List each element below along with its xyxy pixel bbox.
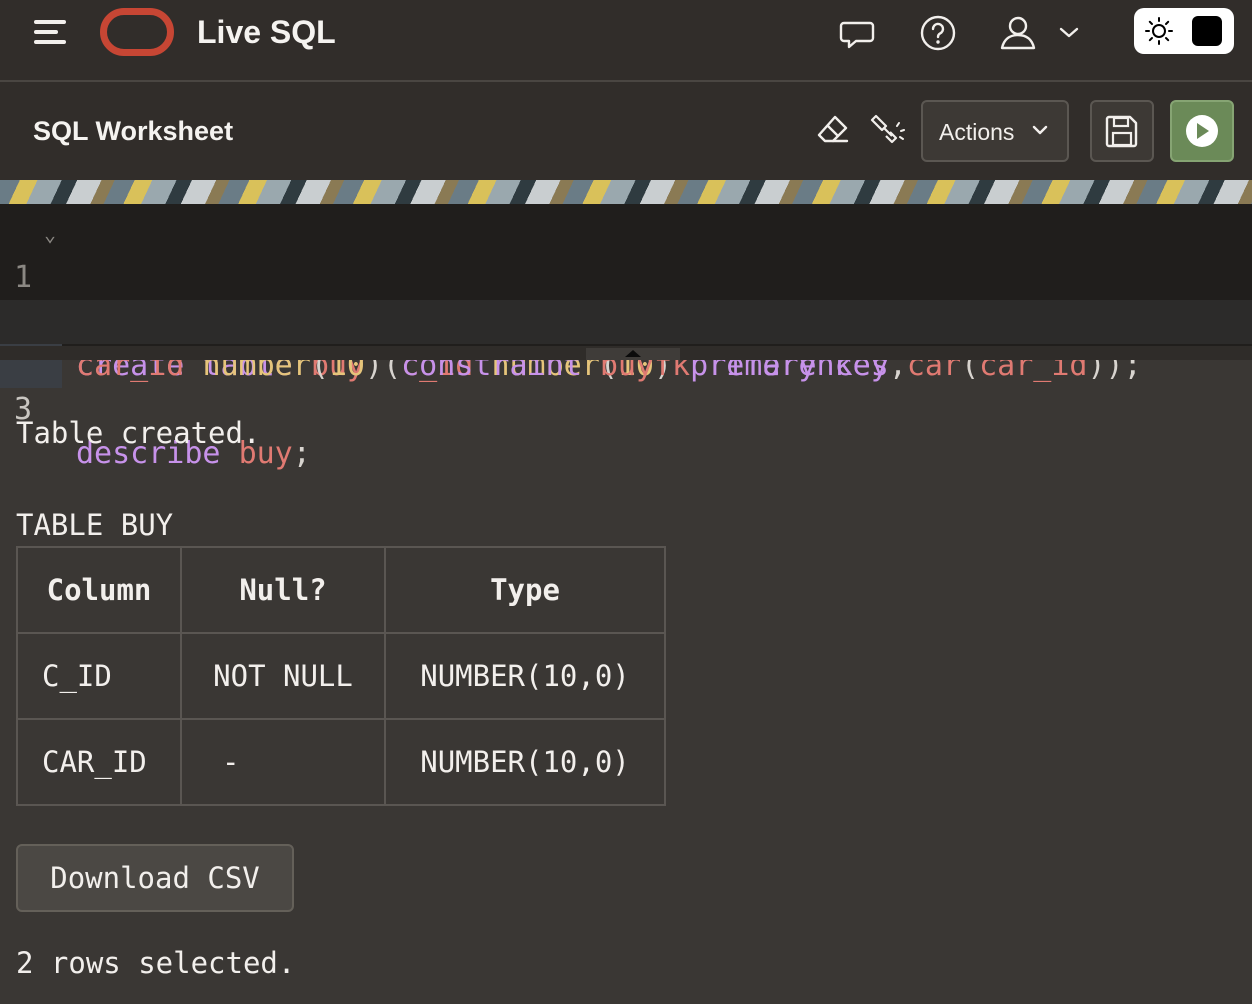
decorative-banner (0, 180, 1252, 204)
sql-editor[interactable]: 1 ⌄ create table buy (c_id number(10) pr… (0, 204, 1252, 471)
column-header: Type (384, 546, 666, 634)
column-header: Column (16, 546, 182, 634)
dark-mode-swatch (1192, 16, 1222, 46)
table-cell: C_ID (16, 632, 182, 720)
table-header-row: Column Null? Type (16, 546, 666, 634)
script-output: Table created. TABLE BUY Column Null? Ty… (0, 360, 1252, 1004)
chevron-down-icon (1032, 125, 1048, 135)
status-message: Table created. (16, 416, 261, 450)
user-icon[interactable] (998, 14, 1036, 52)
code-line[interactable]: 1 ⌄ create table buy (c_id number(10) pr… (0, 212, 1252, 383)
sun-icon (1145, 17, 1173, 45)
table-cell: NUMBER(10,0) (384, 632, 666, 720)
column-header: Null? (180, 546, 386, 634)
menu-icon[interactable] (30, 18, 70, 46)
theme-toggle[interactable] (1134, 8, 1234, 54)
save-icon (1105, 115, 1138, 148)
worksheet-header: SQL Worksheet Actions (0, 82, 1252, 180)
table-cell: NUMBER(10,0) (384, 718, 666, 806)
table-row: CAR_ID - NUMBER(10,0) (16, 718, 666, 806)
collapse-handle[interactable] (586, 348, 680, 360)
top-bar: Live SQL (0, 0, 1252, 82)
table-cell: CAR_ID (16, 718, 182, 806)
worksheet-title: SQL Worksheet (33, 116, 234, 146)
download-csv-button[interactable]: Download CSV (16, 844, 294, 912)
help-icon[interactable] (919, 14, 957, 52)
run-button[interactable] (1170, 100, 1234, 162)
code-line-active[interactable]: 3 describe buy; (0, 300, 1252, 471)
feedback-icon[interactable] (838, 14, 876, 52)
save-button[interactable] (1090, 100, 1154, 162)
oracle-logo[interactable] (100, 8, 174, 56)
table-cell: - (180, 718, 386, 806)
pane-splitter (0, 346, 1252, 360)
chevron-down-icon[interactable] (1056, 14, 1082, 52)
actions-button[interactable]: Actions (921, 100, 1069, 162)
describe-table: Column Null? Type C_ID NOT NULL NUMBER(1… (16, 546, 666, 806)
eraser-icon[interactable] (815, 112, 851, 148)
code-line[interactable]: 2 car_id number(10) constraint buyfk ref… (0, 256, 1252, 383)
rows-selected-message: 2 rows selected. (16, 946, 296, 980)
fold-chevron-icon[interactable]: ⌄ (44, 212, 56, 256)
play-icon (1186, 115, 1218, 147)
format-icon[interactable] (870, 112, 906, 148)
table-row: C_ID NOT NULL NUMBER(10,0) (16, 632, 666, 720)
table-cell: NOT NULL (180, 632, 386, 720)
app-title: Live SQL (197, 14, 336, 50)
actions-label: Actions (939, 119, 1015, 145)
table-title: TABLE BUY (16, 508, 174, 542)
